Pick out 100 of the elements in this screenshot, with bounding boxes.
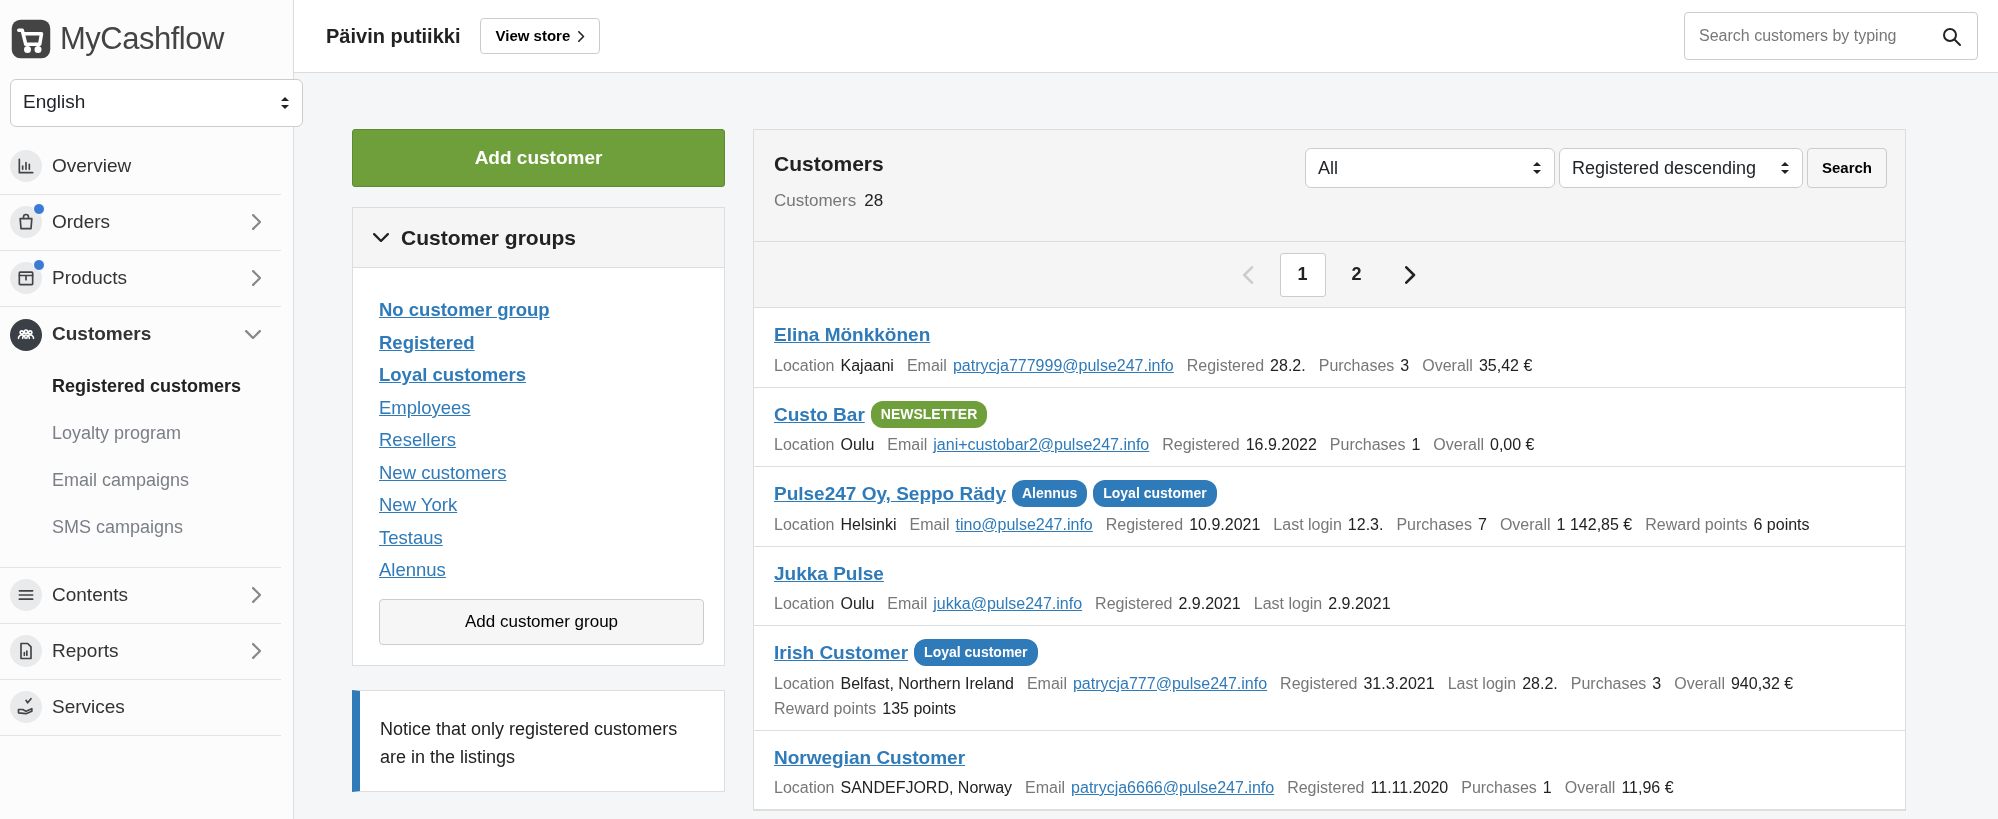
submenu-item[interactable]: Loyalty program <box>0 409 281 457</box>
field-value: Helsinki <box>840 515 897 533</box>
group-link[interactable]: Testaus <box>379 521 704 554</box>
customer-name-link[interactable]: Irish Customer <box>774 642 909 663</box>
brand-name: MyCashflow <box>60 20 224 58</box>
field-value: Oulu <box>840 595 875 612</box>
email-link[interactable]: patrycja6666@pulse247.info <box>1071 779 1275 796</box>
email-link[interactable]: jukka@pulse247.info <box>933 595 1083 612</box>
customer-name-link[interactable]: Norwegian Customer <box>774 746 966 768</box>
group-link[interactable]: Loyal customers <box>379 359 704 392</box>
field-value: 3 <box>1652 674 1662 692</box>
email-link[interactable]: jani+custobar2@pulse247.info <box>933 436 1150 453</box>
field-label: Purchases <box>1461 779 1537 796</box>
sidebar-item[interactable]: Contents <box>0 567 281 624</box>
customer-name-link[interactable]: Jukka Pulse <box>774 562 884 584</box>
groups-header[interactable]: Customer groups <box>353 208 724 268</box>
field-label: Registered <box>1095 595 1173 612</box>
field-label: Registered <box>1105 515 1184 533</box>
filter-select[interactable]: All <box>1304 148 1555 188</box>
email-link[interactable]: tino@pulse247.info <box>955 515 1093 533</box>
group-link[interactable]: Alennus <box>379 554 704 587</box>
panel-title: Customers <box>774 151 884 177</box>
language-select[interactable]: English <box>10 78 303 127</box>
field-label: Overall <box>1433 436 1484 453</box>
chevron-right-icon <box>578 30 585 42</box>
sidebar-label: Reports <box>52 638 119 663</box>
field-label: Purchases <box>1329 436 1406 453</box>
sidebar-item[interactable]: Orders <box>0 194 281 251</box>
field-value: 16.9.2022 <box>1245 436 1317 453</box>
sidebar-item[interactable]: Customers <box>0 306 281 363</box>
field-value: 6 points <box>1753 515 1810 533</box>
field-value: Kajaani <box>840 356 894 374</box>
sidebar-label: Contents <box>52 582 129 607</box>
sidebar-label: Products <box>52 265 127 290</box>
field-label: Last login <box>1253 595 1323 612</box>
sidebar-item[interactable]: Services <box>0 679 281 736</box>
field-value: 1 <box>1542 779 1552 796</box>
sidebar-item[interactable]: Products <box>0 250 281 307</box>
field-label: Email <box>887 436 928 453</box>
submenu-item[interactable]: Email campaigns <box>0 456 281 504</box>
add-customer-button[interactable]: Add customer <box>352 129 725 187</box>
field-value: 12.3. <box>1347 515 1384 533</box>
customer-name-link[interactable]: Custo Bar <box>774 403 865 425</box>
field-label: Location <box>774 436 835 453</box>
field-label: Location <box>774 674 835 692</box>
field-label: Email <box>906 356 947 374</box>
field-value: 7 <box>1478 515 1487 533</box>
customer-name-link[interactable]: Pulse247 Oy, Seppo Rädy <box>774 483 1006 504</box>
page-button[interactable]: 2 <box>1333 252 1380 297</box>
field-value: 2.9.2021 <box>1178 595 1241 612</box>
field-label: Location <box>774 356 835 374</box>
field-value: 0,00 € <box>1490 436 1535 453</box>
group-link[interactable]: Resellers <box>379 424 704 457</box>
search-icon <box>1940 25 1964 49</box>
field-label: Last login <box>1273 515 1342 533</box>
field-value: 11.11.2020 <box>1370 779 1449 796</box>
field-value: 35,42 € <box>1478 356 1533 374</box>
field-value: 1 142,85 € <box>1556 515 1633 533</box>
chevron-left-icon <box>1243 265 1254 284</box>
customer-tag: NEWSLETTER <box>870 400 988 428</box>
search-field[interactable]: Search customers by typing <box>1684 12 1978 60</box>
email-link[interactable]: patrycja777999@pulse247.info <box>952 356 1174 374</box>
store-name: Päivin putiikki <box>326 24 461 49</box>
field-value: 2.9.2021 <box>1328 595 1391 612</box>
chevron-right-icon <box>1405 265 1416 284</box>
sidebar-label: Orders <box>52 209 111 234</box>
field-value: 11,96 € <box>1621 779 1674 796</box>
sort-select[interactable]: Registered descending <box>1558 148 1803 188</box>
sidebar-item[interactable]: Overview <box>0 138 281 195</box>
group-link[interactable]: No customer group <box>379 294 704 327</box>
sidebar-label: Customers <box>52 322 152 347</box>
submenu-item[interactable]: SMS campaigns <box>0 503 281 551</box>
group-link[interactable]: Employees <box>379 391 704 424</box>
field-label: Overall <box>1422 356 1473 374</box>
package-icon <box>16 268 36 288</box>
view-store-button[interactable]: View store <box>480 17 600 55</box>
customer-name-link[interactable]: Elina Mönkkönen <box>774 324 931 345</box>
search-button[interactable]: Search <box>1806 148 1887 188</box>
page-button[interactable]: 1 <box>1279 252 1326 297</box>
field-value: Belfast, Northern Ireland <box>840 674 1014 692</box>
group-link[interactable]: New York <box>379 489 704 522</box>
field-value: 28.2. <box>1270 356 1306 374</box>
email-link[interactable]: patrycja777@pulse247.info <box>1072 674 1268 692</box>
count-label: Customers <box>774 190 857 210</box>
sidebar-label: Services <box>52 694 125 719</box>
field-label: Email <box>909 515 950 533</box>
group-link[interactable]: New customers <box>379 456 704 489</box>
field-label: Registered <box>1186 356 1265 374</box>
field-label: Overall <box>1564 779 1616 796</box>
group-link[interactable]: Registered <box>379 326 704 359</box>
add-group-button[interactable]: Add customer group <box>379 598 704 645</box>
field-label: Overall <box>1674 674 1725 692</box>
field-value: SANDEFJORD, Norway <box>840 779 1013 796</box>
field-label: Purchases <box>1318 356 1395 374</box>
notice-text: Notice that only registered customers are in the listings <box>352 689 725 792</box>
submenu-item[interactable]: Registered customers <box>0 362 281 410</box>
groups-title: Customer groups <box>401 224 576 251</box>
hand-check-icon <box>16 697 36 717</box>
sidebar-item[interactable]: Reports <box>0 623 281 680</box>
customer-tag: Loyal customer <box>914 639 1038 666</box>
